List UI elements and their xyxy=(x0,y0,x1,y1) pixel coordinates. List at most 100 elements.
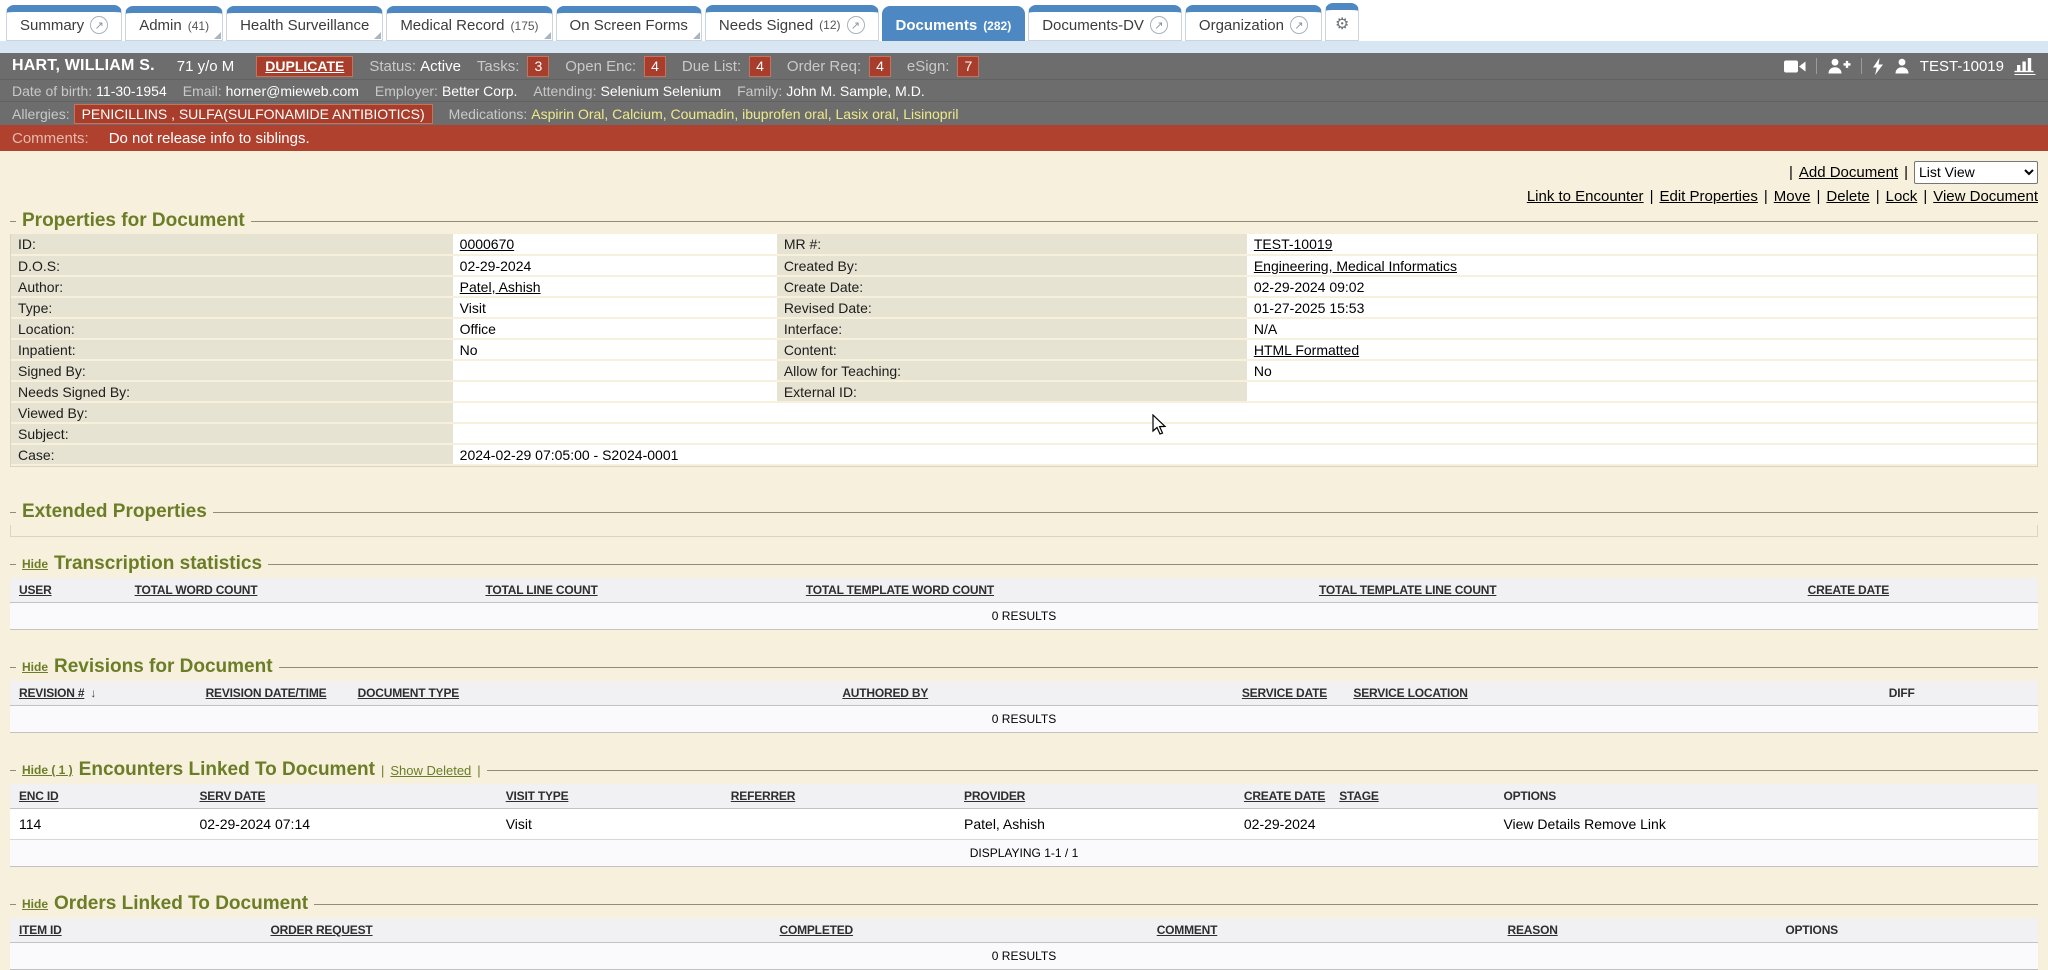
tab-fold-icon xyxy=(214,32,221,39)
popout-icon[interactable]: ↗ xyxy=(1290,16,1308,34)
delete-link[interactable]: Delete xyxy=(1826,188,1869,205)
due-list-count-badge[interactable]: 4 xyxy=(749,56,771,77)
content-format-link[interactable]: HTML Formatted xyxy=(1254,342,1359,358)
prop-value xyxy=(453,423,2037,444)
tab-on-screen-forms[interactable]: On Screen Forms xyxy=(556,6,702,41)
allergies-badge[interactable]: PENICILLINS , SULFA(SULFONAMIDE ANTIBIOT… xyxy=(74,104,433,124)
banner-icon-group: TEST-10019 xyxy=(1784,57,2036,75)
orders-table: ITEM ID ORDER REQUEST COMPLETED COMMENT … xyxy=(10,918,2038,970)
tab-summary[interactable]: Summary ↗ xyxy=(6,5,122,41)
sort-desc-icon[interactable]: ↓ xyxy=(90,686,96,700)
view-document-link[interactable]: View Document xyxy=(1933,188,2038,205)
prop-label: Case: xyxy=(11,444,453,465)
tab-fold-icon xyxy=(374,32,381,39)
prop-value: HTML Formatted xyxy=(1247,339,2037,360)
document-actions-row: Link to Encounter | Edit Properties | Mo… xyxy=(0,185,2048,208)
prop-label: Inpatient: xyxy=(11,339,453,360)
comments-text: Do not release info to siblings. xyxy=(109,130,310,147)
transcription-empty-row: 0 RESULTS xyxy=(10,603,2038,630)
empty-results-text: 0 RESULTS xyxy=(10,706,2038,733)
revisions-table: REVISION #↓ REVISION DATE/TIME DOCUMENT … xyxy=(10,681,2038,733)
prop-value xyxy=(1247,381,2037,402)
encounters-legend: Hide ( 1 ) Encounters Linked To Document… xyxy=(10,759,2038,781)
tab-admin[interactable]: Admin (41) xyxy=(125,6,223,41)
mr-number-link[interactable]: TEST-10019 xyxy=(1254,236,1333,252)
sort-desc-icon[interactable]: ↓ xyxy=(1316,789,1322,803)
col-comment: COMMENT xyxy=(1148,918,1499,943)
allergies-label: Allergies: xyxy=(12,106,70,122)
col-options: OPTIONS xyxy=(1494,784,2038,809)
add-person-icon[interactable] xyxy=(1827,58,1851,74)
orders-empty-row: 0 RESULTS xyxy=(10,943,2038,970)
prop-value: 02-29-2024 xyxy=(453,255,777,276)
hide-transcription-link[interactable]: Hide xyxy=(22,557,48,571)
prop-label: External ID: xyxy=(777,381,1247,402)
lightning-icon[interactable] xyxy=(1872,58,1884,75)
hide-revisions-link[interactable]: Hide xyxy=(22,660,48,674)
tab-health-surveillance[interactable]: Health Surveillance xyxy=(226,6,383,41)
tab-label: Admin xyxy=(139,17,182,34)
legend-line xyxy=(213,512,2038,513)
order-req-label: Order Req: xyxy=(787,58,861,75)
prop-label: Viewed By: xyxy=(11,402,453,423)
tab-organization[interactable]: Organization ↗ xyxy=(1185,5,1322,41)
prop-value xyxy=(453,381,777,402)
chart-id: TEST-10019 xyxy=(1920,58,2004,75)
order-req-count-badge[interactable]: 4 xyxy=(869,56,891,77)
lock-link[interactable]: Lock xyxy=(1886,188,1918,205)
video-camera-icon[interactable] xyxy=(1784,59,1806,74)
property-row: Needs Signed By: External ID: xyxy=(11,381,2037,402)
created-by-link[interactable]: Engineering, Medical Informatics xyxy=(1254,258,1457,274)
popout-icon[interactable]: ↗ xyxy=(847,16,865,34)
property-row: Inpatient: No Content: HTML Formatted xyxy=(11,339,2037,360)
status-label: Status: xyxy=(369,58,416,75)
encounters-header-row: ENC ID SERV DATE VISIT TYPE REFERRER PRO… xyxy=(10,784,2038,809)
col-service-date: SERVICE DATE xyxy=(1233,681,1345,706)
edit-properties-link[interactable]: Edit Properties xyxy=(1659,188,1757,205)
view-details-remove-link[interactable]: View Details Remove Link xyxy=(1503,816,1665,832)
move-link[interactable]: Move xyxy=(1774,188,1811,205)
tab-fold-icon xyxy=(544,32,551,39)
esign-label: eSign: xyxy=(907,58,950,75)
prop-label: MR #: xyxy=(777,234,1247,255)
pipe: | xyxy=(1764,188,1768,205)
open-enc-label: Open Enc: xyxy=(565,58,636,75)
chart-report-icon[interactable] xyxy=(2014,57,2036,75)
orders-header-row: ITEM ID ORDER REQUEST COMPLETED COMMENT … xyxy=(10,918,2038,943)
tab-medical-record[interactable]: Medical Record (175) xyxy=(386,6,552,41)
tab-settings-gear[interactable]: ⚙ xyxy=(1325,3,1359,41)
tasks-count-badge[interactable]: 3 xyxy=(527,56,549,77)
hide-orders-link[interactable]: Hide xyxy=(22,897,48,911)
show-deleted-link[interactable]: Show Deleted xyxy=(390,763,471,778)
col-revision-number: REVISION #↓ xyxy=(10,681,197,706)
encounters-table: ENC ID SERV DATE VISIT TYPE REFERRER PRO… xyxy=(10,784,2038,867)
tab-label: Organization xyxy=(1199,17,1284,34)
user-icon[interactable] xyxy=(1894,58,1910,74)
comments-bar: Comments: Do not release info to sibling… xyxy=(0,125,2048,151)
tab-needs-signed[interactable]: Needs Signed (12) ↗ xyxy=(705,5,879,41)
col-create-date: CREATE DATE↓ xyxy=(1235,784,1330,809)
prop-label: Content: xyxy=(777,339,1247,360)
tab-documents[interactable]: Documents (282) xyxy=(882,6,1026,41)
visit-type-cell: Visit xyxy=(497,809,722,840)
provider-cell: Patel, Ashish xyxy=(955,809,1235,840)
add-document-link[interactable]: Add Document xyxy=(1799,164,1898,181)
property-row: Signed By: Allow for Teaching: No xyxy=(11,360,2037,381)
prop-value: Visit xyxy=(453,297,777,318)
transcription-legend: Hide Transcription statistics xyxy=(10,553,2038,575)
duplicate-badge[interactable]: DUPLICATE xyxy=(256,56,353,77)
popout-icon[interactable]: ↗ xyxy=(1150,16,1168,34)
esign-count-badge[interactable]: 7 xyxy=(957,56,979,77)
tab-documents-dv[interactable]: Documents-DV ↗ xyxy=(1028,5,1182,41)
open-enc-count-badge[interactable]: 4 xyxy=(644,56,666,77)
link-to-encounter-link[interactable]: Link to Encounter xyxy=(1527,188,1644,205)
property-row: D.O.S: 02-29-2024 Created By: Engineerin… xyxy=(11,255,2037,276)
view-mode-select[interactable]: List View xyxy=(1914,161,2038,184)
hide-encounters-link[interactable]: Hide ( 1 ) xyxy=(22,763,73,777)
revisions-empty-row: 0 RESULTS xyxy=(10,706,2038,733)
document-id-link[interactable]: 0000670 xyxy=(460,236,515,252)
prop-value: Office xyxy=(453,318,777,339)
author-link[interactable]: Patel, Ashish xyxy=(460,279,541,295)
popout-icon[interactable]: ↗ xyxy=(90,16,108,34)
extended-properties-legend: Extended Properties xyxy=(10,501,2038,523)
